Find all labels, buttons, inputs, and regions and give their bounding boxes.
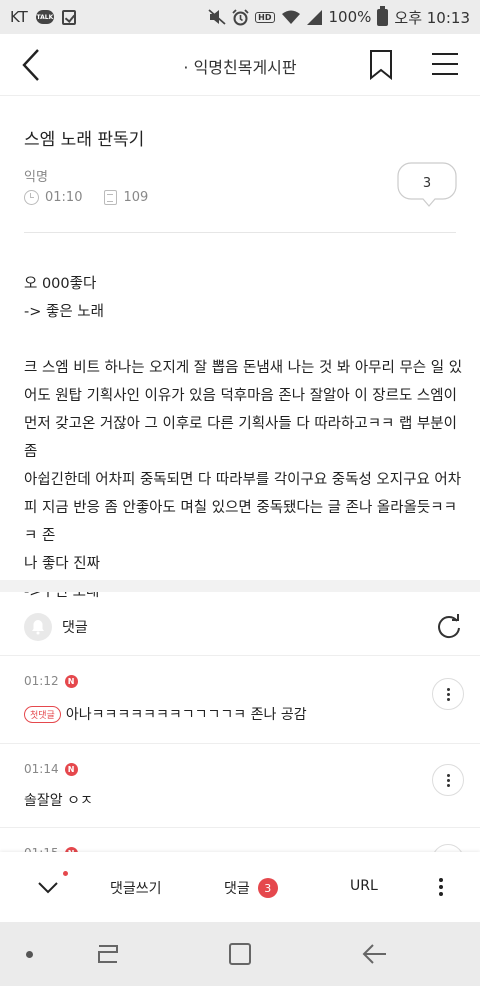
carrier-label: KT xyxy=(10,8,28,26)
new-indicator-dot xyxy=(63,871,68,876)
comment-text: 아나ㅋㅋㅋㅋㅋㅋㅋㄱㄱㄱㄱㅋ 존나 공감 xyxy=(65,707,307,723)
app-header: · 익명친목게시판 xyxy=(0,34,480,96)
mute-icon xyxy=(208,9,226,25)
comments-label: 댓글 xyxy=(62,620,88,636)
comments-header: 댓글 xyxy=(0,598,480,656)
battery-percent: 100% xyxy=(328,8,372,26)
hd-voice-icon: HD xyxy=(255,11,275,23)
recent-apps-button[interactable] xyxy=(95,942,119,970)
post-views: 109 xyxy=(123,190,149,205)
comment-time: 01:14 xyxy=(24,762,59,776)
views-icon xyxy=(104,190,118,205)
bell-icon xyxy=(32,620,44,635)
board-title[interactable]: · 익명친목게시판 xyxy=(0,54,480,78)
comment-count: 3 xyxy=(422,176,432,191)
hamburger-icon xyxy=(432,53,458,75)
nav-dot-icon[interactable] xyxy=(26,951,33,958)
bottom-toolbar: 댓글쓰기 댓글 3 URL xyxy=(0,852,480,922)
chevron-down-icon xyxy=(38,882,58,894)
url-button[interactable]: URL xyxy=(350,878,378,894)
signal-icon xyxy=(306,9,322,25)
status-bar: KT TALK HD 100% 오후 10:13 xyxy=(0,0,480,34)
body-line: 오 000좋다 xyxy=(24,276,97,292)
post-author: 익명 xyxy=(24,170,48,185)
comment-text: 솔잘알 ㅇㅈ xyxy=(24,793,93,809)
body-line: 어도 원탑 기획사인 이유가 있음 덕후마음 존나 잘알아 이 장르도 스엠이 xyxy=(24,388,457,404)
comment-item: 01:14 N 솔잘알 ㅇㅈ xyxy=(0,744,480,828)
comment-count-button[interactable]: 3 xyxy=(397,162,457,214)
kakaotalk-icon: TALK xyxy=(35,10,54,24)
post-meta: 01:10 109 xyxy=(24,190,148,205)
refresh-icon xyxy=(438,614,460,639)
comment-item: 01:12 N 첫댓글 아나ㅋㅋㅋㅋㅋㅋㅋㄱㄱㄱㄱㅋ 존나 공감 xyxy=(0,656,480,744)
first-comment-badge: 첫댓글 xyxy=(24,705,61,723)
new-badge: N xyxy=(64,762,78,776)
back-nav-button[interactable] xyxy=(362,942,388,970)
comments-button-label: 댓글 xyxy=(224,881,250,897)
checklist-icon xyxy=(61,9,76,25)
comment-time: 01:12 xyxy=(24,674,59,688)
recent-apps-icon xyxy=(98,945,118,963)
back-arrow-icon xyxy=(362,944,386,964)
section-separator xyxy=(0,580,480,592)
clock-time: 오후 10:13 xyxy=(394,8,470,27)
bookmark-icon xyxy=(370,50,392,81)
comments-button[interactable]: 댓글 3 xyxy=(224,878,278,898)
write-comment-button[interactable]: 댓글쓰기 xyxy=(110,878,162,898)
body-line: 나 좋다 진짜 xyxy=(24,556,100,572)
body-line: 크 스엠 비트 하나는 오지게 잘 뽑음 돈냄새 나는 것 봐 아무리 무슨 일… xyxy=(24,360,463,376)
notification-toggle[interactable] xyxy=(24,613,52,641)
battery-icon xyxy=(377,5,389,26)
comments-count-badge: 3 xyxy=(257,878,278,898)
home-icon xyxy=(229,943,251,965)
body-line: 먼저 갖고온 거잖아 그 이후로 다른 기획사들 다 따라하고ㅋㅋ 랩 부분이 … xyxy=(24,416,457,460)
refresh-button[interactable] xyxy=(435,613,463,641)
new-badge: N xyxy=(64,674,78,688)
body-line: 피 지금 반응 좀 안좋아도 며칠 있으면 중독됐다는 글 존나 올라올듯ㅋㅋㅋ… xyxy=(24,500,457,544)
body-line: -> 좋은 노래 xyxy=(24,304,104,320)
system-nav-bar xyxy=(0,922,480,986)
post-title: 스엠 노래 판독기 xyxy=(24,130,145,150)
body-line: 아쉽긴한데 어차피 중독되면 다 따라부를 각이구요 중독성 오지구요 어차 xyxy=(24,472,462,488)
collapse-button[interactable] xyxy=(36,880,60,896)
menu-button[interactable] xyxy=(432,52,458,76)
comment-more-button[interactable] xyxy=(432,764,464,796)
bookmark-button[interactable] xyxy=(369,50,393,81)
post-body: 오 000좋다 -> 좋은 노래 크 스엠 비트 하나는 오지게 잘 뽑음 돈냄… xyxy=(24,270,464,606)
clock-icon xyxy=(24,190,39,205)
divider xyxy=(24,232,456,233)
comment-more-button[interactable] xyxy=(432,678,464,710)
wifi-icon xyxy=(281,10,300,24)
more-options-button[interactable] xyxy=(436,874,446,900)
alarm-icon xyxy=(232,8,249,25)
home-button[interactable] xyxy=(228,942,252,970)
post-time: 01:10 xyxy=(45,190,83,205)
